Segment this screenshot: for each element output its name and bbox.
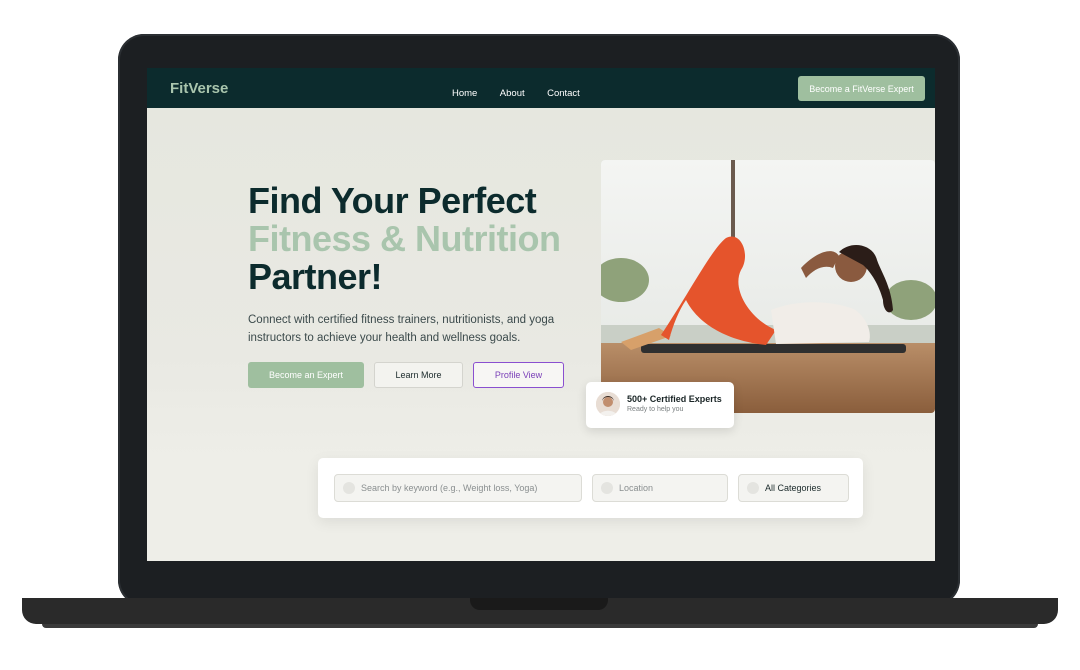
nav-links: Home About Contact (452, 83, 598, 101)
headline-line-3: Partner! (248, 256, 383, 297)
become-expert-button[interactable]: Become an Expert (248, 362, 364, 388)
hero-fitness-photo (601, 160, 935, 413)
brand-logo[interactable]: FitVerse (170, 80, 228, 97)
browser-screen: FitVerse Home About Contact Become a Fit… (147, 68, 935, 561)
nav-link-home[interactable]: Home (452, 88, 477, 99)
location-placeholder: Location (619, 483, 654, 493)
hero-headline: Find Your Perfect Fitness & Nutrition Pa… (248, 182, 561, 296)
learn-more-button[interactable]: Learn More (374, 362, 463, 388)
top-navbar: FitVerse Home About Contact Become a Fit… (147, 68, 935, 108)
search-icon (343, 482, 355, 494)
location-pin-icon (601, 482, 613, 494)
certified-experts-badge: 500+ Certified Experts Ready to help you (586, 382, 734, 428)
badge-subtitle: Ready to help you (627, 406, 684, 413)
badge-title: 500+ Certified Experts (627, 394, 722, 404)
headline-line-2: Fitness & Nutrition (248, 218, 561, 259)
become-fitverse-expert-button[interactable]: Become a FitVerse Expert (798, 76, 925, 101)
nav-link-about[interactable]: About (500, 88, 525, 99)
profile-view-button[interactable]: Profile View (473, 362, 564, 388)
expert-avatar (596, 392, 620, 416)
location-input[interactable]: Location (592, 474, 728, 502)
search-panel: Search by keyword (e.g., Weight loss, Yo… (318, 458, 863, 518)
hero-subtext: Connect with certified fitness trainers,… (248, 314, 555, 344)
headline-line-1: Find Your Perfect (248, 180, 537, 221)
category-select[interactable]: All Categories (738, 474, 849, 502)
keyword-search-input[interactable]: Search by keyword (e.g., Weight loss, Yo… (334, 474, 582, 502)
nav-link-contact[interactable]: Contact (547, 88, 580, 99)
category-value: All Categories (765, 483, 822, 493)
keyword-placeholder: Search by keyword (e.g., Weight loss, Yo… (361, 483, 538, 493)
laptop-notch (470, 598, 608, 610)
category-icon (747, 482, 759, 494)
